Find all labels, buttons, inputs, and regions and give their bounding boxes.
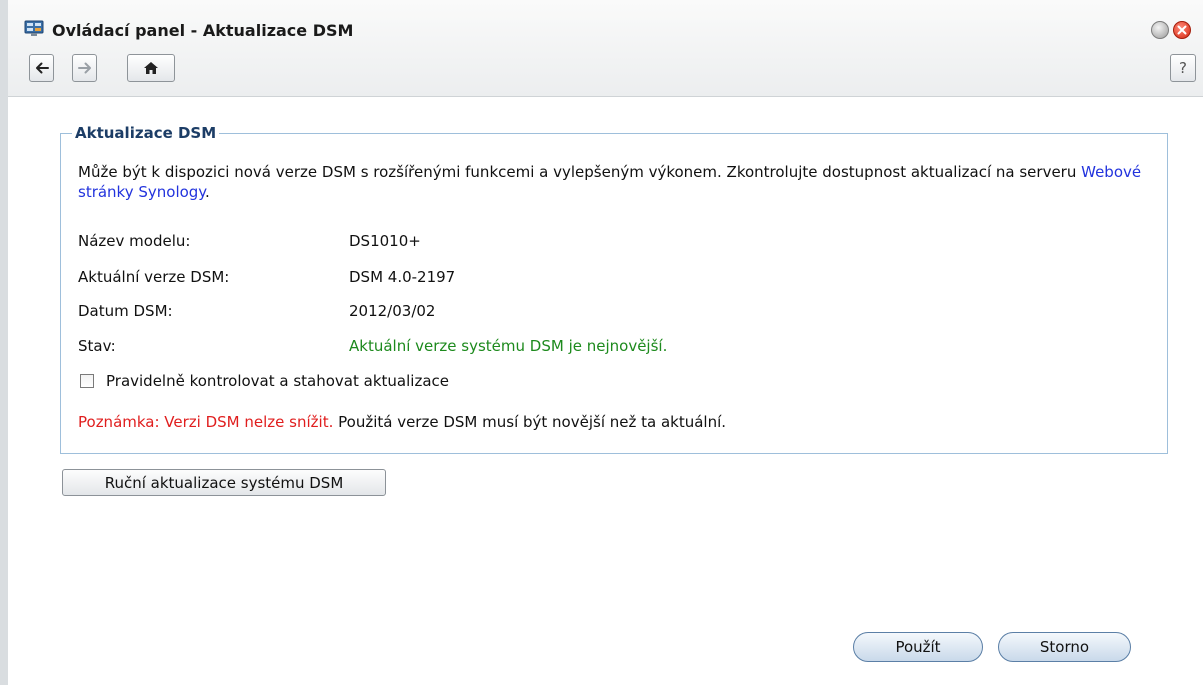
home-icon — [144, 62, 158, 74]
section-legend: Aktualizace DSM — [72, 124, 220, 142]
control-panel-window: Ovládací panel - Aktualizace DSM ? Aktua… — [0, 0, 1203, 685]
model-name-label: Název modelu: — [78, 232, 191, 250]
downgrade-note: Poznámka: Verzi DSM nelze snížit. Použit… — [78, 413, 726, 431]
close-button[interactable] — [1173, 21, 1191, 39]
note-warning: Poznámka: Verzi DSM nelze snížit. — [78, 413, 334, 431]
auto-update-label[interactable]: Pravidelně kontrolovat a stahovat aktual… — [106, 372, 449, 390]
model-name-value: DS1010+ — [349, 232, 421, 250]
forward-button[interactable] — [72, 54, 97, 82]
manual-update-button[interactable]: Ruční aktualizace systému DSM — [62, 469, 386, 496]
back-button[interactable] — [29, 54, 54, 82]
arrow-right-icon — [77, 62, 91, 74]
minimize-button[interactable] — [1151, 21, 1169, 39]
window-title: Ovládací panel - Aktualizace DSM — [52, 21, 354, 40]
auto-update-checkbox[interactable] — [80, 374, 94, 388]
intro-paragraph: Může být k dispozici nová verze DSM s ro… — [78, 162, 1158, 202]
cancel-button[interactable]: Storno — [998, 632, 1131, 662]
note-text: Použitá verze DSM musí být novější než t… — [333, 413, 727, 431]
dsm-date-value: 2012/03/02 — [349, 302, 436, 320]
status-label: Stav: — [78, 337, 116, 355]
intro-end: . — [205, 183, 210, 201]
apply-button[interactable]: Použít — [853, 632, 983, 662]
dsm-version-label: Aktuální verze DSM: — [78, 268, 230, 286]
home-button[interactable] — [127, 54, 175, 82]
status-value: Aktuální verze systému DSM je nejnovější… — [349, 337, 668, 355]
help-button[interactable]: ? — [1170, 54, 1196, 82]
dsm-date-label: Datum DSM: — [78, 302, 173, 320]
arrow-left-icon — [35, 62, 49, 74]
intro-text: Může být k dispozici nová verze DSM s ro… — [78, 163, 1082, 181]
close-icon — [1177, 25, 1187, 35]
dsm-version-value: DSM 4.0-2197 — [349, 268, 456, 286]
title-bar: Ovládací panel - Aktualizace DSM ? — [8, 0, 1203, 97]
control-panel-icon — [24, 20, 44, 38]
